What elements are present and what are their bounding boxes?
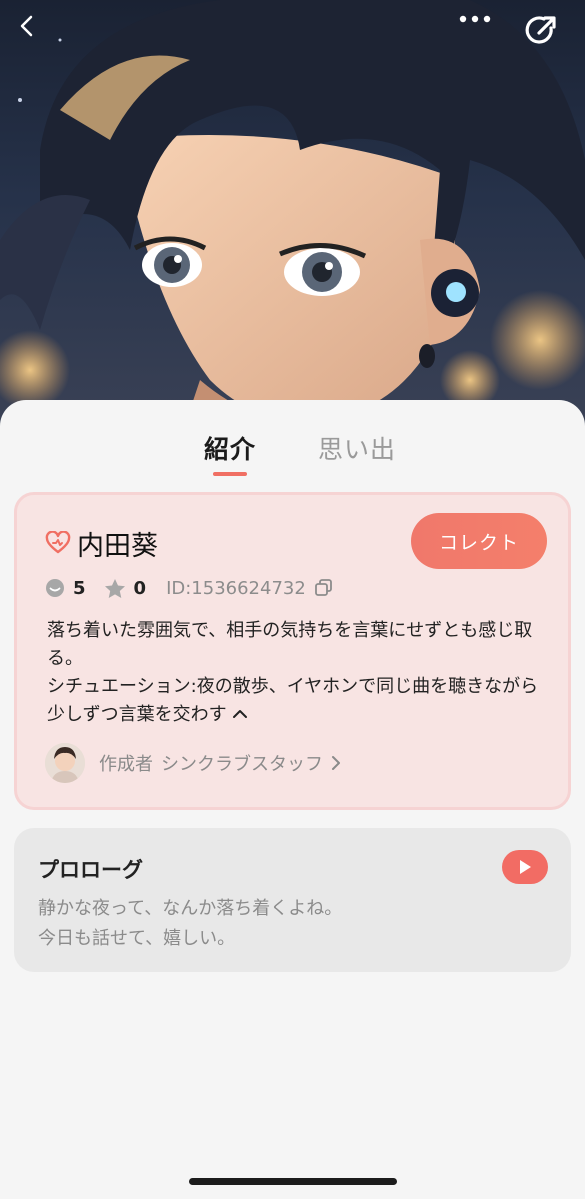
more-dots-icon [459,15,491,23]
home-indicator [189,1178,397,1185]
avatar-image [45,743,85,783]
stats-row: 5 0 ID:1536624732 [45,575,334,601]
chat-bubble-icon [46,579,64,597]
star-icon [104,578,125,598]
collect-button[interactable]: コレクト [411,513,547,569]
tab-bar: 紹介 思い出 [0,430,585,480]
description-line: 落ち着いた雰囲気で、相手の気持ちを言葉にせずとも感じ取る。 [47,620,533,669]
prologue-play-button[interactable] [502,850,548,884]
creator-label: 作成者 [99,754,153,775]
tab-introduction[interactable]: 紹介 [204,430,256,466]
character-description: 落ち着いた雰囲気で、相手の気持ちを言葉にせずとも感じ取る。 シチュエーション:夜… [47,617,547,729]
character-name: 内田葵 [77,530,158,562]
heart-link-icon [45,531,71,554]
character-info-card: 内田葵 コレクト 5 0 ID:1536624732 落ち着いた雰囲気で、相手の… [14,492,571,810]
back-button[interactable] [16,14,60,58]
chevron-left-icon [20,15,33,37]
chevron-up-icon[interactable] [231,708,249,720]
tab-active-indicator [213,472,247,476]
creator-avatar [45,743,85,783]
chat-count: 5 [73,577,86,599]
character-name-row: 内田葵 [45,525,158,562]
creator-row[interactable]: 作成者 シンクラブスタッフ [45,743,341,783]
creator-name[interactable]: シンクラブスタッフ [161,750,323,776]
tab-memories[interactable]: 思い出 [318,430,396,466]
star-count: 0 [133,577,147,599]
prologue-card[interactable]: プロローグ 静かな夜って、なんか落ち着くよね。 今日も話せて、嬉しい。 [14,828,571,972]
play-icon [520,860,531,874]
share-button[interactable] [524,14,568,58]
prologue-line: 今日も話せて、嬉しい。 [38,928,236,949]
prologue-text: 静かな夜って、なんか落ち着くよね。 今日も話せて、嬉しい。 [38,894,518,954]
character-illustration [0,0,585,440]
copy-icon[interactable] [314,578,334,598]
prologue-title: プロローグ [38,858,143,882]
more-button[interactable] [458,14,502,58]
prologue-line: 静かな夜って、なんか落ち着くよね。 [38,898,343,919]
detail-sheet: 紹介 思い出 内田葵 コレクト 5 0 ID:1536624732 落ち着いた雰… [0,400,585,1199]
description-line: シチュエーション:夜の散歩、イヤホンで同じ曲を聴きながら少しずつ言葉を交わす [47,676,539,725]
share-icon [525,16,556,44]
character-id: ID:1536624732 [166,577,306,599]
chevron-right-icon [332,756,340,770]
character-cover-image [0,0,585,440]
